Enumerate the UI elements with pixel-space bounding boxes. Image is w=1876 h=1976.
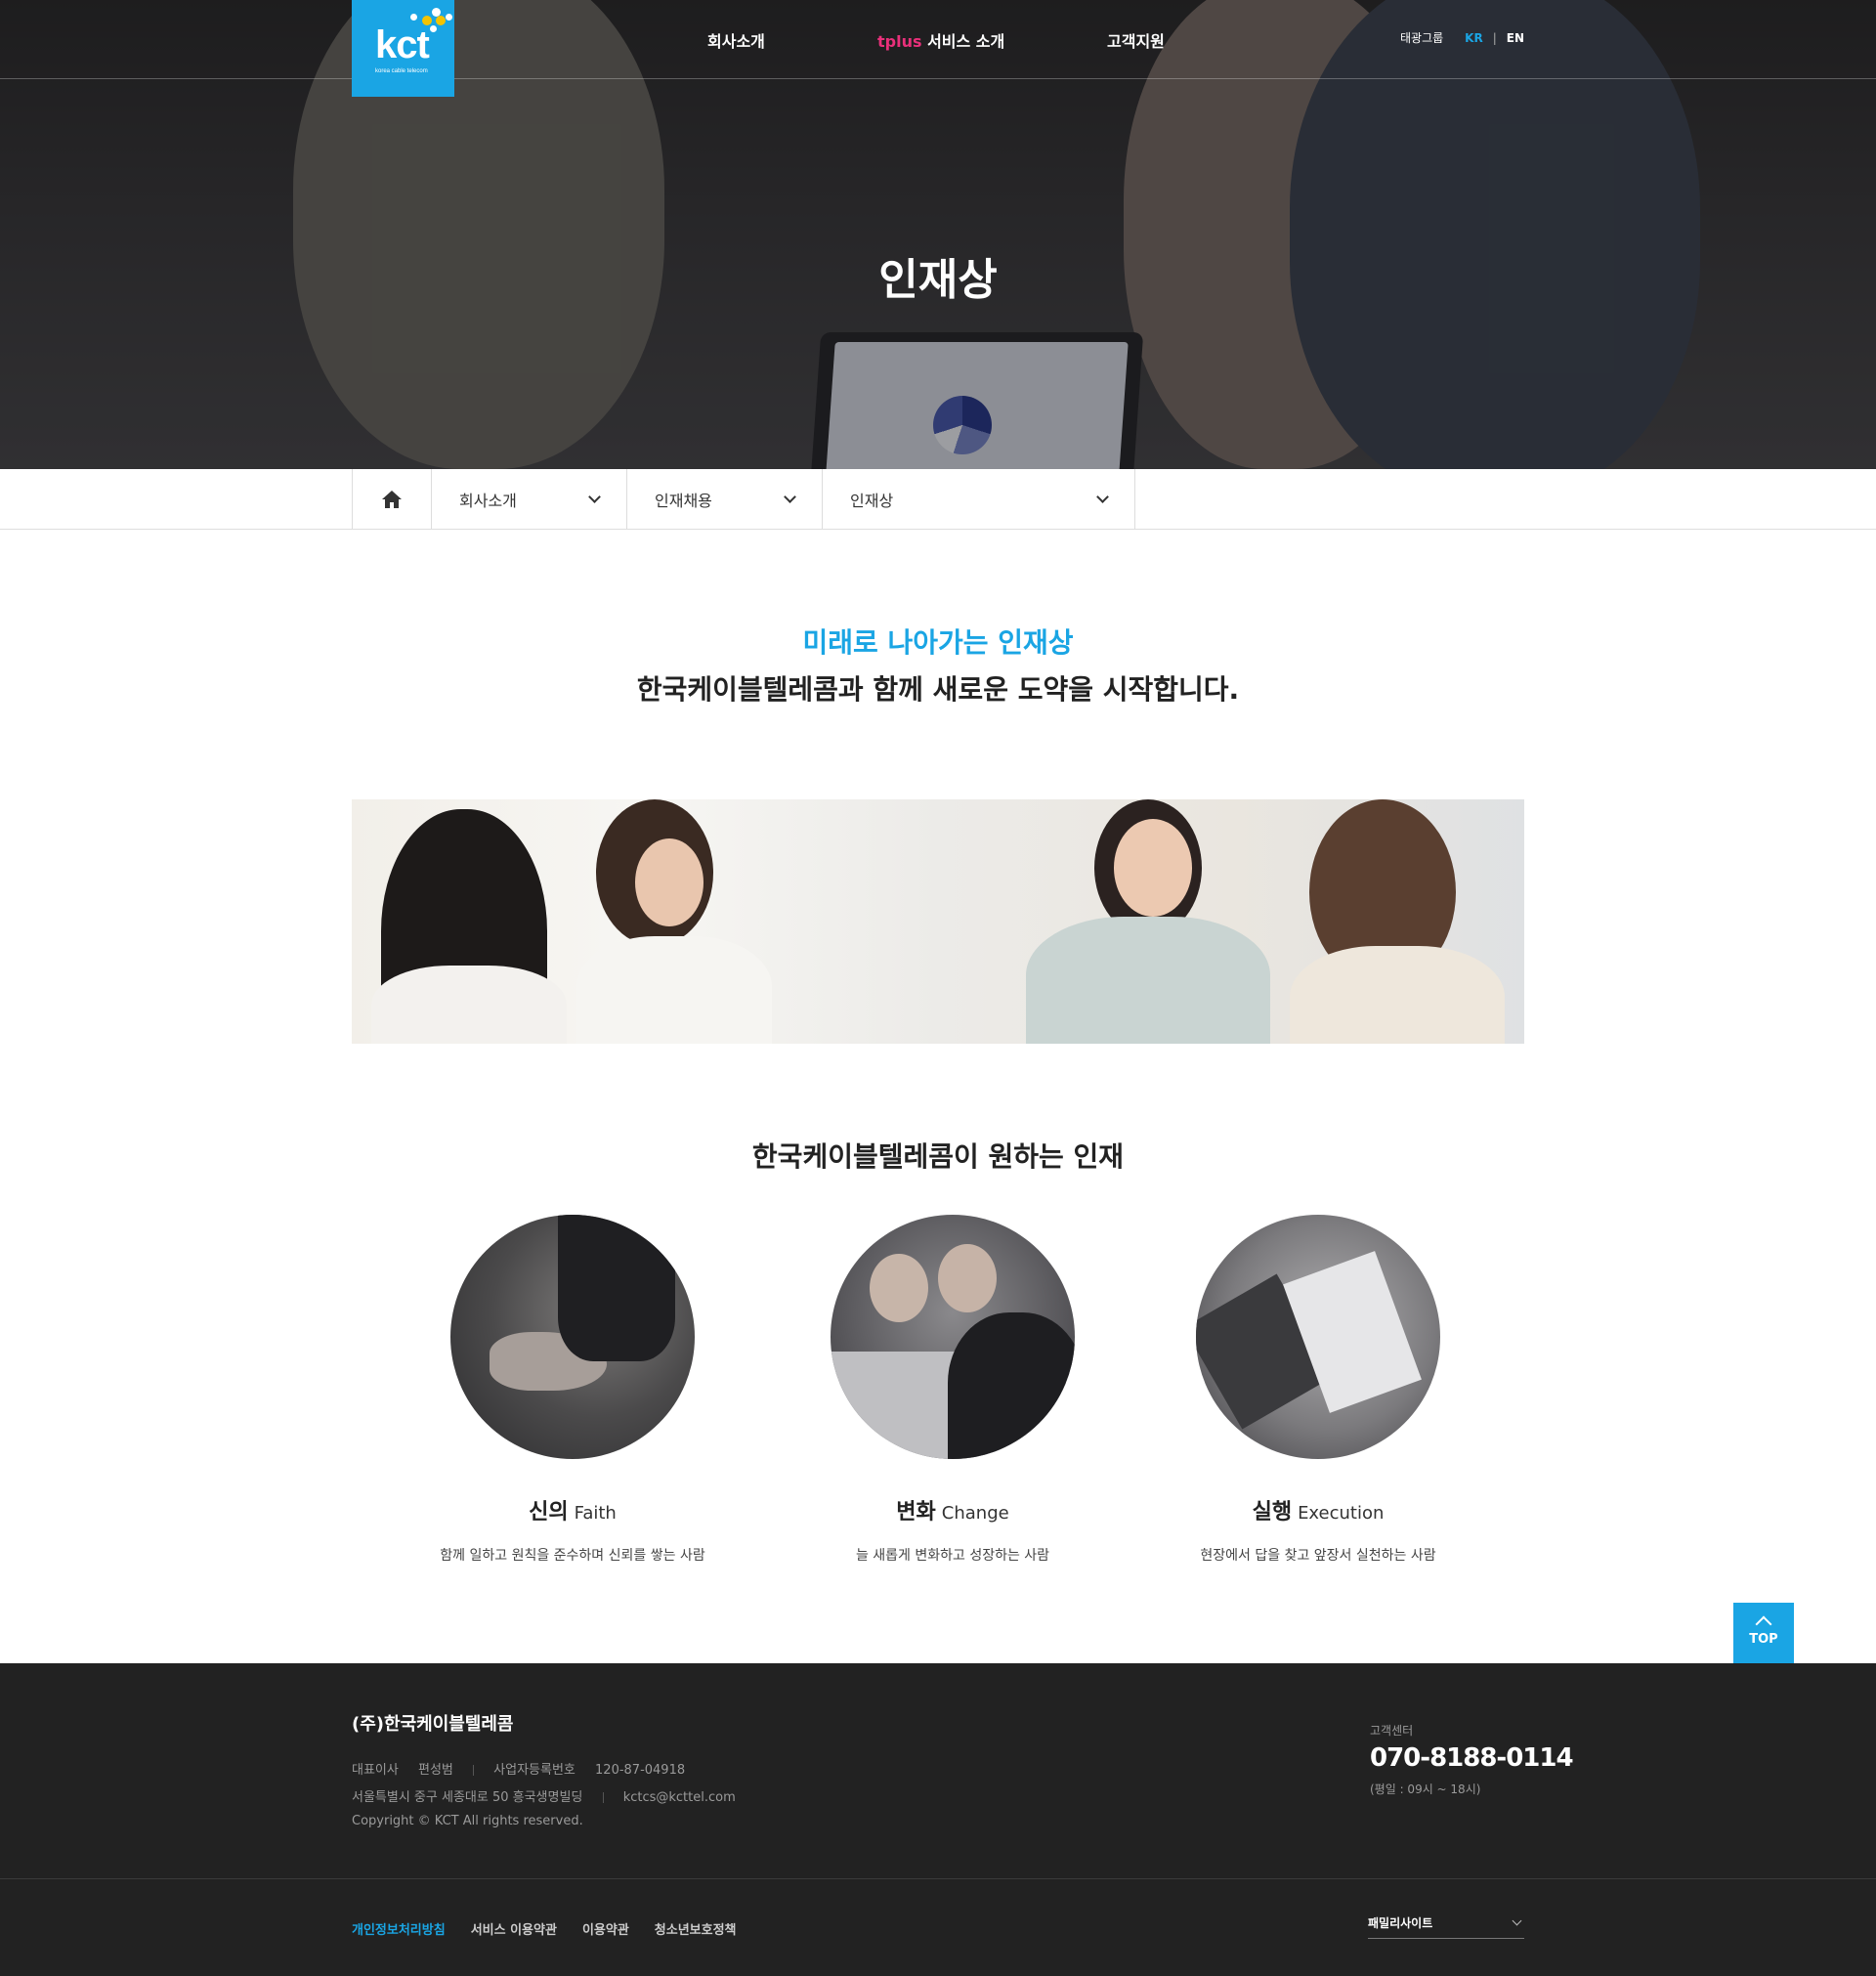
change-title-ko: 변화 <box>896 1500 936 1525</box>
footer-company-name: (주)한국케이블텔레콤 <box>352 1714 514 1735</box>
location-bar: 회사소개 인재채용 인재상 <box>0 469 1876 530</box>
execution-title-en: Execution <box>1298 1503 1385 1524</box>
banner-person-4-shirt <box>1290 946 1505 1044</box>
chevron-down-icon <box>1096 491 1109 503</box>
location-depth1-label: 회사소개 <box>459 492 517 510</box>
nav-service-prefix: tplus <box>877 32 922 51</box>
banner-person-3-shirt <box>1026 917 1270 1044</box>
lang-separator: | <box>1492 30 1497 45</box>
footer-biz-no: 120-87-04918 <box>595 1763 686 1778</box>
hero-tint <box>0 0 1876 469</box>
execution-title: 실행 Execution <box>1172 1494 1465 1525</box>
youth-policy-link[interactable]: 청소년보호정책 <box>655 1919 737 1938</box>
logo-dot-icon <box>436 16 446 25</box>
footer-divider-line <box>0 1878 1876 1879</box>
execution-description: 현장에서 답을 찾고 앞장서 실천하는 사람 <box>1200 1548 1436 1564</box>
faith-image-suit <box>558 1215 675 1361</box>
taekwang-group-link[interactable]: 태광그룹 <box>1400 29 1443 46</box>
change-image-person-1 <box>870 1254 928 1322</box>
banner-person-2-face <box>635 838 704 926</box>
intro-subline: 한국케이블텔레콤과 함께 새로운 도약을 시작합니다. <box>636 673 1240 706</box>
location-depth3[interactable]: 인재상 <box>823 469 1135 530</box>
location-depth1[interactable]: 회사소개 <box>432 469 627 530</box>
nav-company[interactable]: 회사소개 <box>707 28 765 52</box>
cs-hours: (평일 : 09시 ~ 18시) <box>1370 1783 1481 1796</box>
location-depth3-label: 인재상 <box>850 492 894 510</box>
footer-info-line-2: 서울특별시 중구 세종대로 50 흥국생명빌딩 kctcs@kcttel.com <box>352 1786 736 1805</box>
banner-person-1-shirt <box>371 966 567 1044</box>
change-image-person-2 <box>938 1244 997 1312</box>
footer: (주)한국케이블텔레콤 대표이사 편성범 사업자등록번호 120-87-0491… <box>0 1663 1876 1976</box>
service-terms-link[interactable]: 서비스 이용약관 <box>471 1919 557 1938</box>
footer-address: 서울특별시 중구 세종대로 50 흥국생명빌딩 <box>352 1790 583 1805</box>
change-title-en: Change <box>941 1503 1009 1524</box>
privacy-policy-link[interactable]: 개인정보처리방침 <box>352 1919 446 1938</box>
footer-biz-label: 사업자등록번호 <box>493 1763 576 1778</box>
execution-image <box>1196 1215 1440 1459</box>
footer-info-line-1: 대표이사 편성범 사업자등록번호 120-87-04918 <box>352 1759 685 1778</box>
ideal-card-faith: 신의 Faith 함께 일하고 원칙을 준수하며 신뢰를 쌓는 사람 <box>426 1215 719 1565</box>
banner-person-3-face <box>1114 819 1192 917</box>
chevron-down-icon <box>784 491 796 503</box>
footer-copyright: Copyright © KCT All rights reserved. <box>352 1814 583 1828</box>
home-icon <box>382 491 402 508</box>
logo-dot-icon <box>422 16 432 25</box>
faith-description: 함께 일하고 원칙을 준수하며 신뢰를 쌓는 사람 <box>440 1548 705 1564</box>
change-title: 변화 Change <box>806 1494 1099 1525</box>
family-site-label: 패밀리사이트 <box>1368 1916 1433 1930</box>
page-title: 인재상 <box>878 255 998 305</box>
scroll-top-button[interactable]: TOP <box>1733 1603 1794 1663</box>
nav-company-label: 회사소개 <box>707 32 765 51</box>
footer-links: 개인정보처리방침 서비스 이용약관 이용약관 청소년보호정책 <box>352 1919 762 1938</box>
home-button[interactable] <box>352 469 432 530</box>
chevron-up-icon <box>1755 1615 1772 1633</box>
execution-title-ko: 실행 <box>1252 1500 1293 1525</box>
footer-ceo-label: 대표이사 <box>352 1763 399 1778</box>
ideal-card-change: 변화 Change 늘 새롭게 변화하고 성장하는 사람 <box>806 1215 1099 1565</box>
logo-dot-icon <box>446 14 452 21</box>
ideal-card-execution: 실행 Execution 현장에서 답을 찾고 앞장서 실천하는 사람 <box>1172 1215 1465 1565</box>
banner-person-2-shirt <box>576 936 772 1044</box>
logo-text: kct <box>375 23 430 66</box>
talent-banner-image <box>352 799 1524 1044</box>
util-menu: 태광그룹 KR | EN <box>1390 29 1524 46</box>
kct-logo[interactable]: kct korea cable telecom <box>352 0 454 97</box>
nav-support[interactable]: 고객지원 <box>1107 28 1165 52</box>
logo-dot-icon <box>410 14 417 21</box>
faith-image <box>450 1215 695 1459</box>
faith-title-en: Faith <box>574 1503 617 1524</box>
location-depth2[interactable]: 인재채용 <box>627 469 823 530</box>
intro-headline: 미래로 나아가는 인재상 <box>802 626 1074 659</box>
nav-service-label: 서비스 소개 <box>927 32 1005 51</box>
change-description: 늘 새롭게 변화하고 성장하는 사람 <box>855 1548 1050 1564</box>
logo-subtitle: korea cable telecom <box>375 68 428 74</box>
scroll-top-label: TOP <box>1749 1632 1778 1647</box>
ideal-section-title: 한국케이블텔레콤이 원하는 인재 <box>751 1140 1125 1173</box>
lang-en[interactable]: EN <box>1507 31 1524 45</box>
footer-divider <box>473 1765 475 1776</box>
faith-title: 신의 Faith <box>426 1494 719 1525</box>
lang-kr[interactable]: KR <box>1465 31 1483 45</box>
chevron-down-icon <box>588 491 601 503</box>
logo-dot-icon <box>430 25 437 32</box>
location-depth2-label: 인재채용 <box>655 492 712 510</box>
family-site-select[interactable]: 패밀리사이트 <box>1368 1908 1524 1939</box>
change-image-person-back <box>948 1312 1075 1459</box>
terms-link[interactable]: 이용약관 <box>582 1919 629 1938</box>
change-image <box>831 1215 1075 1459</box>
hero-visual <box>0 0 1876 469</box>
faith-title-ko: 신의 <box>529 1500 569 1525</box>
footer-ceo-name: 편성범 <box>417 1763 453 1778</box>
nav-support-label: 고객지원 <box>1107 32 1165 51</box>
chevron-down-icon <box>1512 1915 1522 1926</box>
cs-label: 고객센터 <box>1370 1724 1414 1738</box>
header-divider <box>0 78 1876 79</box>
cs-phone: 070-8188-0114 <box>1370 1743 1574 1773</box>
footer-divider <box>602 1792 604 1803</box>
nav-service[interactable]: tplus 서비스 소개 <box>877 28 1004 52</box>
footer-email[interactable]: kctcs@kcttel.com <box>623 1790 736 1805</box>
